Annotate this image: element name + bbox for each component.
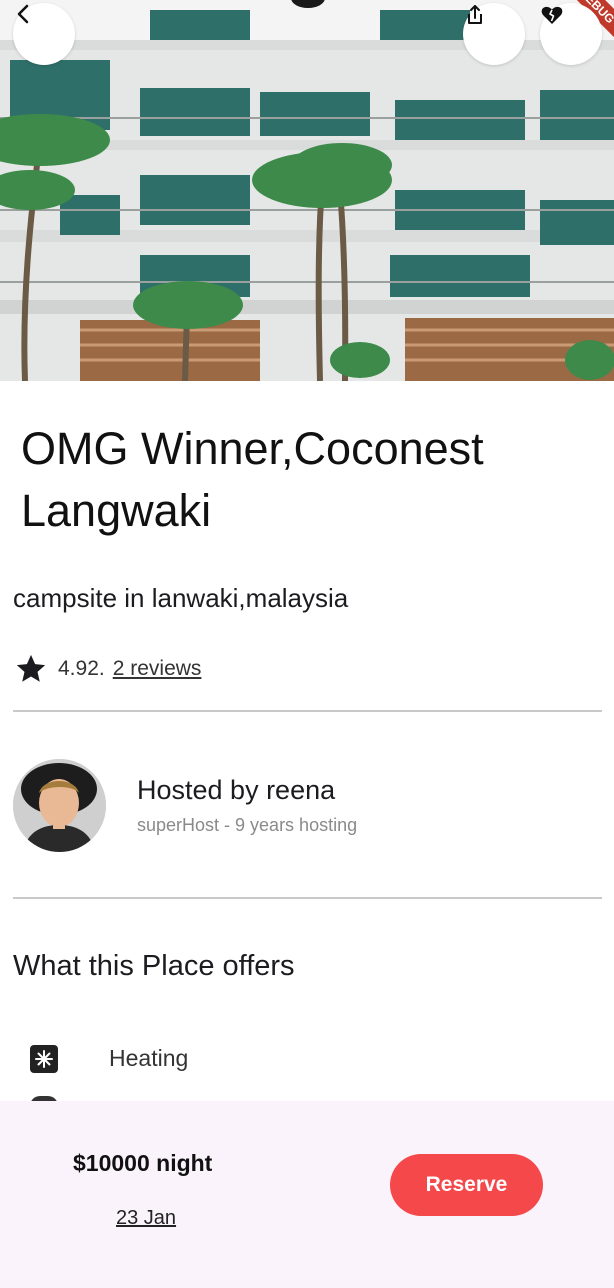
listing-subtitle: campsite in lanwaki,malaysia — [13, 583, 349, 613]
host-avatar-image — [13, 759, 106, 852]
broken-heart-icon — [541, 6, 563, 25]
avatar[interactable] — [13, 759, 106, 852]
reviews-link[interactable]: 2 reviews — [113, 657, 202, 681]
favorite-button[interactable] — [540, 3, 602, 65]
listing-title: OMG Winner,Coconest Langwaki — [21, 423, 484, 536]
divider — [13, 710, 602, 712]
share-button[interactable] — [463, 3, 525, 65]
booking-date[interactable]: 23 Jan — [116, 1207, 176, 1230]
amenity-heating: Heating — [109, 1045, 189, 1071]
back-button[interactable] — [13, 3, 75, 65]
host-meta: superHost - 9 years hosting — [137, 815, 358, 835]
offers-title: What this Place offers — [13, 950, 295, 982]
heating-icon — [30, 1045, 58, 1073]
host-name: Hosted by reena — [137, 775, 336, 805]
hero-image: DEBUG — [0, 0, 614, 381]
hotel-illustration — [0, 0, 614, 381]
reserve-button[interactable]: Reserve — [390, 1154, 543, 1216]
rating-value: 4.92. — [58, 657, 105, 680]
chevron-left-icon — [17, 4, 29, 24]
rating-row: 4.92. 2 reviews — [14, 652, 201, 686]
price-per-night: $10000 night — [73, 1150, 213, 1176]
divider — [13, 897, 602, 899]
star-icon — [16, 654, 46, 682]
share-icon — [468, 5, 482, 24]
